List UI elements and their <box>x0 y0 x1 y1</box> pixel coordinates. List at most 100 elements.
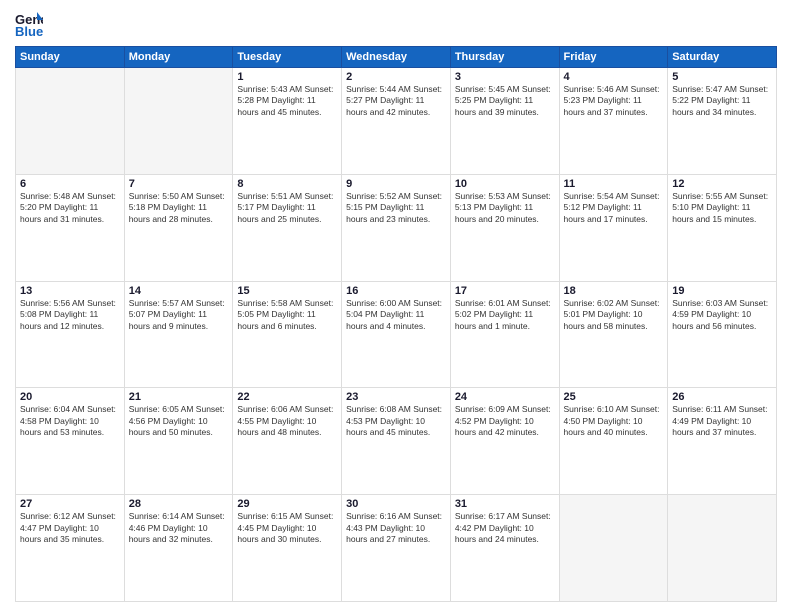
day-number: 18 <box>564 285 664 297</box>
day-number: 4 <box>564 71 664 83</box>
week-row-4: 20Sunrise: 6:04 AM Sunset: 4:58 PM Dayli… <box>16 388 777 495</box>
calendar-cell: 16Sunrise: 6:00 AM Sunset: 5:04 PM Dayli… <box>342 281 451 388</box>
day-info: Sunrise: 5:51 AM Sunset: 5:17 PM Dayligh… <box>237 191 337 225</box>
day-number: 7 <box>129 178 229 190</box>
day-number: 15 <box>237 285 337 297</box>
day-info: Sunrise: 5:50 AM Sunset: 5:18 PM Dayligh… <box>129 191 229 225</box>
day-number: 5 <box>672 71 772 83</box>
calendar-cell <box>124 68 233 175</box>
day-number: 9 <box>346 178 446 190</box>
day-number: 25 <box>564 391 664 403</box>
day-number: 16 <box>346 285 446 297</box>
calendar-cell: 8Sunrise: 5:51 AM Sunset: 5:17 PM Daylig… <box>233 174 342 281</box>
day-number: 19 <box>672 285 772 297</box>
day-info: Sunrise: 5:52 AM Sunset: 5:15 PM Dayligh… <box>346 191 446 225</box>
day-number: 13 <box>20 285 120 297</box>
calendar-cell: 31Sunrise: 6:17 AM Sunset: 4:42 PM Dayli… <box>450 495 559 602</box>
day-number: 26 <box>672 391 772 403</box>
calendar-cell: 9Sunrise: 5:52 AM Sunset: 5:15 PM Daylig… <box>342 174 451 281</box>
weekday-header-wednesday: Wednesday <box>342 47 451 68</box>
calendar-cell: 18Sunrise: 6:02 AM Sunset: 5:01 PM Dayli… <box>559 281 668 388</box>
calendar-cell: 11Sunrise: 5:54 AM Sunset: 5:12 PM Dayli… <box>559 174 668 281</box>
day-info: Sunrise: 6:06 AM Sunset: 4:55 PM Dayligh… <box>237 404 337 438</box>
weekday-header-tuesday: Tuesday <box>233 47 342 68</box>
calendar-cell <box>668 495 777 602</box>
calendar-table: SundayMondayTuesdayWednesdayThursdayFrid… <box>15 46 777 602</box>
calendar-cell: 2Sunrise: 5:44 AM Sunset: 5:27 PM Daylig… <box>342 68 451 175</box>
day-info: Sunrise: 6:03 AM Sunset: 4:59 PM Dayligh… <box>672 298 772 332</box>
calendar-cell: 6Sunrise: 5:48 AM Sunset: 5:20 PM Daylig… <box>16 174 125 281</box>
logo-icon: General Blue <box>15 10 43 38</box>
week-row-3: 13Sunrise: 5:56 AM Sunset: 5:08 PM Dayli… <box>16 281 777 388</box>
day-number: 2 <box>346 71 446 83</box>
day-info: Sunrise: 6:05 AM Sunset: 4:56 PM Dayligh… <box>129 404 229 438</box>
day-info: Sunrise: 5:53 AM Sunset: 5:13 PM Dayligh… <box>455 191 555 225</box>
day-info: Sunrise: 6:17 AM Sunset: 4:42 PM Dayligh… <box>455 511 555 545</box>
calendar-cell: 30Sunrise: 6:16 AM Sunset: 4:43 PM Dayli… <box>342 495 451 602</box>
calendar-cell: 1Sunrise: 5:43 AM Sunset: 5:28 PM Daylig… <box>233 68 342 175</box>
day-number: 31 <box>455 498 555 510</box>
day-number: 1 <box>237 71 337 83</box>
calendar-cell <box>559 495 668 602</box>
day-info: Sunrise: 5:54 AM Sunset: 5:12 PM Dayligh… <box>564 191 664 225</box>
day-info: Sunrise: 6:12 AM Sunset: 4:47 PM Dayligh… <box>20 511 120 545</box>
calendar-cell: 25Sunrise: 6:10 AM Sunset: 4:50 PM Dayli… <box>559 388 668 495</box>
day-number: 22 <box>237 391 337 403</box>
day-info: Sunrise: 5:43 AM Sunset: 5:28 PM Dayligh… <box>237 84 337 118</box>
day-info: Sunrise: 5:45 AM Sunset: 5:25 PM Dayligh… <box>455 84 555 118</box>
calendar-cell: 12Sunrise: 5:55 AM Sunset: 5:10 PM Dayli… <box>668 174 777 281</box>
weekday-header-friday: Friday <box>559 47 668 68</box>
weekday-header-saturday: Saturday <box>668 47 777 68</box>
calendar-cell: 10Sunrise: 5:53 AM Sunset: 5:13 PM Dayli… <box>450 174 559 281</box>
day-number: 10 <box>455 178 555 190</box>
day-info: Sunrise: 6:15 AM Sunset: 4:45 PM Dayligh… <box>237 511 337 545</box>
day-number: 30 <box>346 498 446 510</box>
day-info: Sunrise: 6:08 AM Sunset: 4:53 PM Dayligh… <box>346 404 446 438</box>
page: General Blue SundayMondayTuesdayWednesda… <box>0 0 792 612</box>
day-number: 8 <box>237 178 337 190</box>
weekday-header-row: SundayMondayTuesdayWednesdayThursdayFrid… <box>16 47 777 68</box>
day-number: 17 <box>455 285 555 297</box>
day-number: 24 <box>455 391 555 403</box>
day-info: Sunrise: 6:02 AM Sunset: 5:01 PM Dayligh… <box>564 298 664 332</box>
calendar-cell: 24Sunrise: 6:09 AM Sunset: 4:52 PM Dayli… <box>450 388 559 495</box>
calendar-cell: 13Sunrise: 5:56 AM Sunset: 5:08 PM Dayli… <box>16 281 125 388</box>
calendar-cell: 17Sunrise: 6:01 AM Sunset: 5:02 PM Dayli… <box>450 281 559 388</box>
calendar-cell: 19Sunrise: 6:03 AM Sunset: 4:59 PM Dayli… <box>668 281 777 388</box>
day-number: 23 <box>346 391 446 403</box>
day-number: 11 <box>564 178 664 190</box>
day-number: 28 <box>129 498 229 510</box>
weekday-header-thursday: Thursday <box>450 47 559 68</box>
day-number: 6 <box>20 178 120 190</box>
day-info: Sunrise: 5:56 AM Sunset: 5:08 PM Dayligh… <box>20 298 120 332</box>
day-number: 12 <box>672 178 772 190</box>
day-number: 20 <box>20 391 120 403</box>
calendar-cell: 14Sunrise: 5:57 AM Sunset: 5:07 PM Dayli… <box>124 281 233 388</box>
calendar-cell: 21Sunrise: 6:05 AM Sunset: 4:56 PM Dayli… <box>124 388 233 495</box>
calendar-cell: 28Sunrise: 6:14 AM Sunset: 4:46 PM Dayli… <box>124 495 233 602</box>
week-row-5: 27Sunrise: 6:12 AM Sunset: 4:47 PM Dayli… <box>16 495 777 602</box>
day-number: 27 <box>20 498 120 510</box>
day-info: Sunrise: 6:16 AM Sunset: 4:43 PM Dayligh… <box>346 511 446 545</box>
calendar-cell: 7Sunrise: 5:50 AM Sunset: 5:18 PM Daylig… <box>124 174 233 281</box>
calendar-cell: 5Sunrise: 5:47 AM Sunset: 5:22 PM Daylig… <box>668 68 777 175</box>
calendar-cell: 20Sunrise: 6:04 AM Sunset: 4:58 PM Dayli… <box>16 388 125 495</box>
day-number: 29 <box>237 498 337 510</box>
calendar-body: 1Sunrise: 5:43 AM Sunset: 5:28 PM Daylig… <box>16 68 777 602</box>
day-info: Sunrise: 5:58 AM Sunset: 5:05 PM Dayligh… <box>237 298 337 332</box>
day-number: 14 <box>129 285 229 297</box>
calendar-cell: 15Sunrise: 5:58 AM Sunset: 5:05 PM Dayli… <box>233 281 342 388</box>
header: General Blue <box>15 10 777 38</box>
day-info: Sunrise: 6:09 AM Sunset: 4:52 PM Dayligh… <box>455 404 555 438</box>
day-info: Sunrise: 6:01 AM Sunset: 5:02 PM Dayligh… <box>455 298 555 332</box>
day-info: Sunrise: 6:14 AM Sunset: 4:46 PM Dayligh… <box>129 511 229 545</box>
day-info: Sunrise: 6:00 AM Sunset: 5:04 PM Dayligh… <box>346 298 446 332</box>
day-info: Sunrise: 5:55 AM Sunset: 5:10 PM Dayligh… <box>672 191 772 225</box>
calendar-cell: 3Sunrise: 5:45 AM Sunset: 5:25 PM Daylig… <box>450 68 559 175</box>
week-row-2: 6Sunrise: 5:48 AM Sunset: 5:20 PM Daylig… <box>16 174 777 281</box>
svg-text:Blue: Blue <box>15 24 43 38</box>
day-info: Sunrise: 6:04 AM Sunset: 4:58 PM Dayligh… <box>20 404 120 438</box>
day-info: Sunrise: 6:10 AM Sunset: 4:50 PM Dayligh… <box>564 404 664 438</box>
calendar-cell: 27Sunrise: 6:12 AM Sunset: 4:47 PM Dayli… <box>16 495 125 602</box>
day-info: Sunrise: 5:47 AM Sunset: 5:22 PM Dayligh… <box>672 84 772 118</box>
